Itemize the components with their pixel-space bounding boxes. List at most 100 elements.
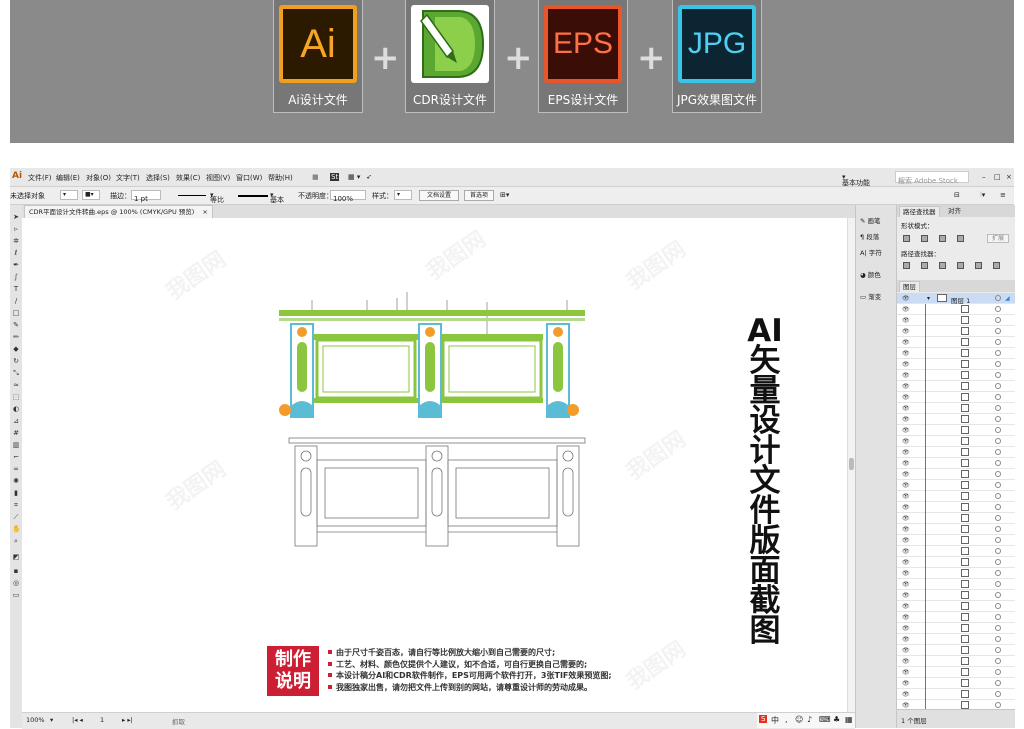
stock-search-input[interactable]: ⌕ 搜索 Adobe Stock (895, 171, 969, 185)
brush-definition[interactable]: 基本 ▾ (270, 191, 284, 204)
target-icon[interactable] (995, 504, 1001, 510)
hand-tool-icon[interactable]: ✋ (12, 525, 21, 533)
magic-wand-icon[interactable]: ✲ (12, 237, 20, 245)
visibility-eye-icon[interactable]: 👁 (902, 306, 910, 313)
merge-button[interactable] (939, 262, 946, 269)
visibility-eye-icon[interactable]: 👁 (902, 504, 910, 511)
stroke-weight-input[interactable]: 1 pt (131, 190, 161, 203)
sublayer-row[interactable]: 👁 (897, 502, 1015, 513)
type-tool-icon[interactable]: T (12, 285, 20, 293)
exclude-button[interactable] (957, 235, 964, 242)
visibility-eye-icon[interactable]: 👁 (902, 493, 910, 500)
scroll-thumb[interactable] (849, 458, 854, 470)
target-icon[interactable] (995, 416, 1001, 422)
sublayer-row[interactable]: 👁 (897, 370, 1015, 381)
visibility-eye-icon[interactable]: 👁 (902, 438, 910, 445)
sublayer-row[interactable]: 👁 (897, 326, 1015, 337)
menu-window[interactable]: 窗口(W) (236, 173, 262, 183)
symbol-sprayer-icon[interactable]: ✺ (12, 477, 20, 485)
target-icon[interactable] (995, 625, 1001, 631)
align-options-icon[interactable]: ⊟ (954, 191, 960, 199)
fill-color-swatch[interactable]: ▾ (60, 190, 78, 200)
visibility-eye-icon[interactable]: 👁 (902, 570, 910, 577)
visibility-eye-icon[interactable]: 👁 (902, 537, 910, 544)
rotate-tool-icon[interactable]: ↻ (12, 357, 20, 365)
visibility-eye-icon[interactable]: 👁 (902, 350, 910, 357)
paragraph-panel-button[interactable]: ¶ 段落 (860, 231, 879, 241)
zoom-dropdown-icon[interactable]: ▾ (50, 716, 53, 724)
visibility-eye-icon[interactable]: 👁 (902, 394, 910, 401)
visibility-eye-icon[interactable]: 👁 (902, 691, 910, 698)
preferences-button[interactable]: 首选项 (464, 190, 494, 201)
visibility-eye-icon[interactable]: 👁 (902, 460, 910, 467)
paintbrush-tool-icon[interactable]: ✎ (12, 321, 20, 329)
skin-icon[interactable]: ♣ (833, 715, 840, 724)
outline-button[interactable] (975, 262, 982, 269)
menu-select[interactable]: 选择(S) (146, 173, 170, 183)
arrange-icon[interactable]: ⊞▾ (500, 191, 509, 199)
target-icon[interactable] (995, 603, 1001, 609)
gradient-tool-icon[interactable]: ▥ (12, 441, 20, 449)
color-panel-button[interactable]: ◕ 颜色 (860, 269, 881, 279)
keyboard-icon[interactable]: ⌨ (819, 715, 831, 724)
shape-builder-icon[interactable]: ◐ (12, 405, 20, 413)
target-icon[interactable] (995, 570, 1001, 576)
target-icon[interactable] (995, 306, 1001, 312)
target-icon[interactable] (995, 295, 1001, 301)
sublayer-row[interactable]: 👁 (897, 678, 1015, 689)
tab-align[interactable]: 对齐 (945, 206, 964, 217)
expand-button[interactable]: 扩展 (987, 234, 1009, 243)
unite-button[interactable] (903, 235, 910, 242)
target-icon[interactable] (995, 581, 1001, 587)
sublayer-row[interactable]: 👁 (897, 425, 1015, 436)
target-icon[interactable] (995, 394, 1001, 400)
emoji-icon[interactable]: ☺ (795, 715, 803, 724)
transform-icon[interactable]: ⫶▾ (980, 191, 985, 200)
target-icon[interactable] (995, 383, 1001, 389)
target-icon[interactable] (995, 438, 1001, 444)
menu-object[interactable]: 对象(O) (86, 173, 111, 183)
visibility-eye-icon[interactable]: 👁 (902, 482, 910, 489)
target-icon[interactable] (995, 493, 1001, 499)
trim-button[interactable] (921, 262, 928, 269)
visibility-eye-icon[interactable]: 👁 (902, 669, 910, 676)
visibility-eye-icon[interactable]: 👁 (902, 339, 910, 346)
lasso-tool-icon[interactable]: ℓ (12, 249, 20, 257)
document-tab[interactable]: CDR平面设计文件转曲.eps @ 100% (CMYK/GPU 预览) × (24, 205, 213, 218)
mesh-tool-icon[interactable]: # (12, 429, 20, 437)
target-icon[interactable] (995, 328, 1001, 334)
sublayer-row[interactable]: 👁 (897, 645, 1015, 656)
color-mode-icon[interactable]: ▪ (12, 567, 20, 575)
rectangle-tool-icon[interactable]: □ (12, 309, 20, 317)
visibility-eye-icon[interactable]: 👁 (902, 603, 910, 610)
target-icon[interactable] (995, 614, 1001, 620)
pencil-tool-icon[interactable]: ✏ (12, 333, 20, 341)
visibility-eye-icon[interactable]: 👁 (902, 515, 910, 522)
sublayer-row[interactable]: 👁 (897, 480, 1015, 491)
menu-file[interactable]: 文件(F) (28, 173, 52, 183)
minimize-icon[interactable]: – (982, 173, 986, 181)
panel-menu-icon[interactable]: ≡ (1000, 191, 1006, 199)
pen-tool-icon[interactable]: ✒ (12, 261, 20, 269)
screen-mode-icon[interactable]: ▭ (12, 591, 20, 599)
visibility-eye-icon[interactable]: 👁 (902, 647, 910, 654)
width-tool-icon[interactable]: ≈ (12, 381, 20, 389)
artboard-number[interactable]: 1 (100, 716, 104, 724)
sublayer-row[interactable]: 👁 (897, 315, 1015, 326)
workspace-switcher[interactable]: 基本功能 ▾ (842, 173, 870, 187)
sublayer-row[interactable]: 👁 (897, 337, 1015, 348)
stock-icon[interactable]: St (330, 173, 340, 181)
visibility-eye-icon[interactable]: 👁 (902, 680, 910, 687)
visibility-eye-icon[interactable]: 👁 (902, 317, 910, 324)
visibility-eye-icon[interactable]: 👁 (902, 658, 910, 665)
maximize-icon[interactable]: □ (994, 173, 1001, 181)
sublayer-row[interactable]: 👁 (897, 491, 1015, 502)
sublayer-row[interactable]: 👁 (897, 667, 1015, 678)
toolbox-icon[interactable]: ▦ (845, 715, 853, 724)
visibility-eye-icon[interactable]: 👁 (902, 526, 910, 533)
close-tab-icon[interactable]: × (202, 208, 207, 216)
curvature-tool-icon[interactable]: ∫ (12, 273, 20, 281)
opacity-input[interactable]: 100% (330, 190, 366, 203)
bridge-icon[interactable]: ■ (312, 173, 319, 181)
target-icon[interactable] (995, 471, 1001, 477)
